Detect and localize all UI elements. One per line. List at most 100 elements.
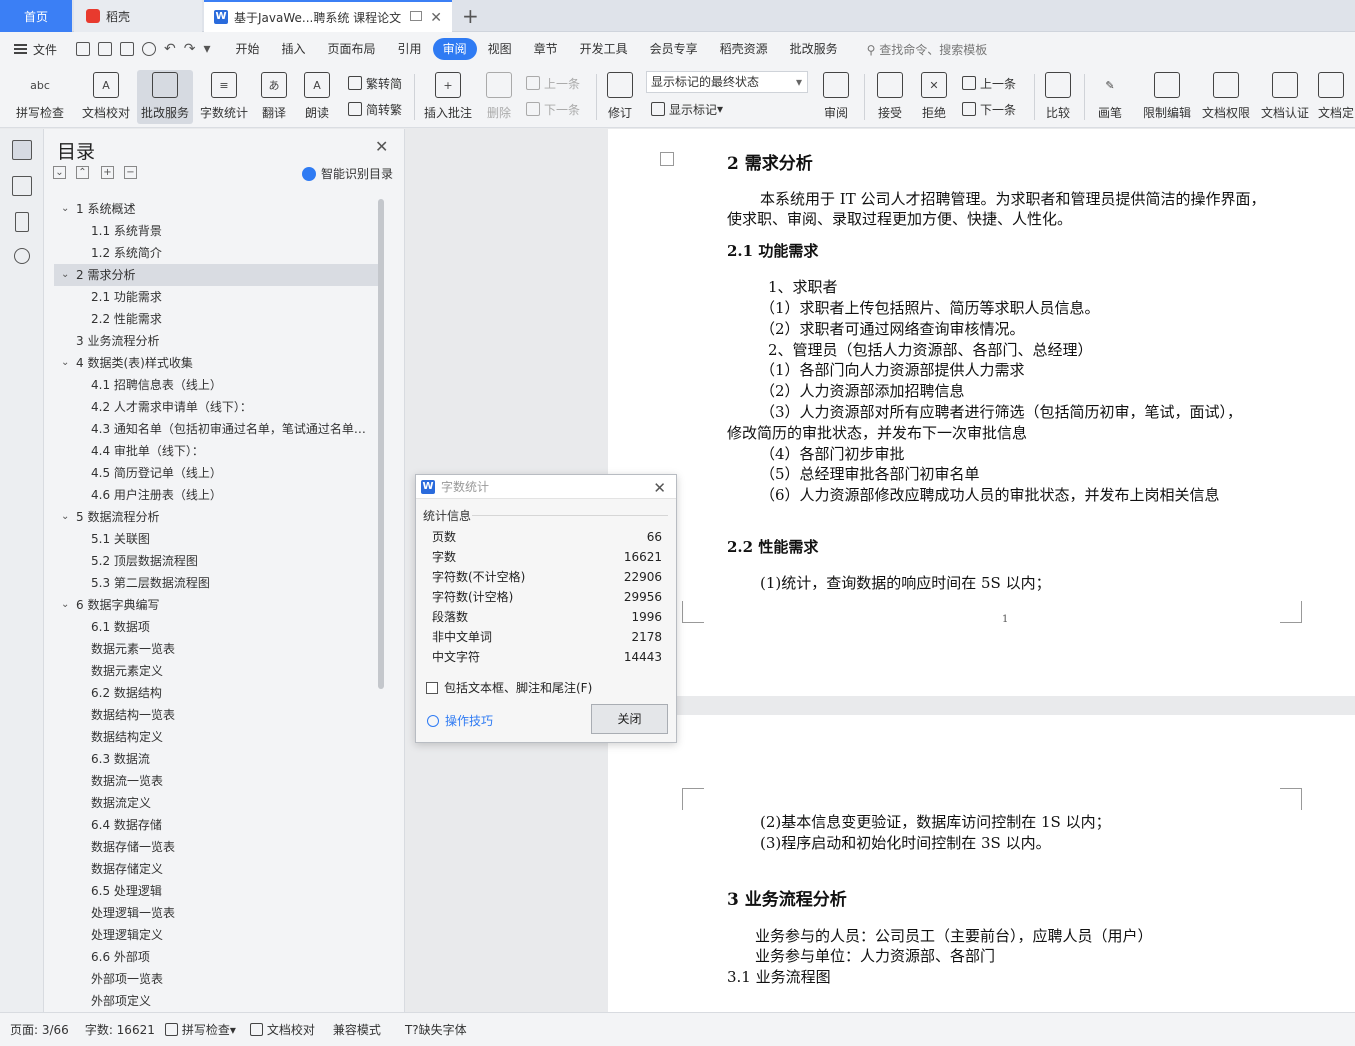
remove-level-icon[interactable]: − <box>124 166 137 179</box>
close-icon[interactable]: ✕ <box>375 137 388 156</box>
export-icon[interactable] <box>98 42 112 56</box>
toc-item[interactable]: 4.4 审批单（线下）： <box>54 440 379 462</box>
document-rights-button[interactable]: 文档权限 <box>1199 70 1253 124</box>
toc-item[interactable]: 4.3 通知名单（包括初审通过名单，笔试通过名单… <box>54 418 379 440</box>
read-aloud-button[interactable]: A 朗读 <box>300 70 334 124</box>
menu-review[interactable]: 审阅 <box>432 38 477 60</box>
chevron-down-icon[interactable]: ⌄ <box>61 264 69 286</box>
toc-item[interactable]: 外部项定义 <box>54 990 379 1008</box>
toc-item[interactable]: ⌄ 6 数据字典编写 <box>54 594 379 616</box>
status-word-count[interactable]: 字数: 16621 <box>85 1021 155 1038</box>
menu-reference[interactable]: 引用 <box>387 38 433 60</box>
toc-item[interactable]: 5.1 关联图 <box>54 528 379 550</box>
toc-item[interactable]: 数据结构定义 <box>54 726 379 748</box>
close-icon[interactable]: ✕ <box>430 10 442 26</box>
close-icon[interactable]: ✕ <box>653 479 666 497</box>
redo-icon[interactable]: ↷ <box>184 42 196 56</box>
toc-item[interactable]: 6.2 数据结构 <box>54 682 379 704</box>
toc-item[interactable]: 1.1 系统背景 <box>54 220 379 242</box>
tips-link[interactable]: 操作技巧 <box>427 712 493 729</box>
document-more-button[interactable]: 文档定 <box>1318 70 1355 124</box>
menu-layout[interactable]: 页面布局 <box>317 38 387 60</box>
menu-member[interactable]: 会员专享 <box>639 38 709 60</box>
menu-view[interactable]: 视图 <box>477 38 523 60</box>
toc-item[interactable]: 数据存储定义 <box>54 858 379 880</box>
spell-check-button[interactable]: abc 拼写检查 <box>10 70 70 124</box>
expand-all-icon[interactable]: ⌃ <box>76 166 89 179</box>
toc-item[interactable]: 6.6 外部项 <box>54 946 379 968</box>
toc-item[interactable]: 处理逻辑一览表 <box>54 902 379 924</box>
preview-icon[interactable] <box>142 42 156 56</box>
toc-scrollbar[interactable] <box>378 199 384 689</box>
word-count-button[interactable]: ≡ 字数统计 <box>196 70 252 124</box>
tab-document[interactable]: W 基于JavaWe...聘系统 课程论文 ✕ <box>204 0 452 32</box>
pen-button[interactable]: ✎ 画笔 <box>1092 70 1128 124</box>
translate-button[interactable]: あ翻译 <box>256 70 292 124</box>
toc-item[interactable]: 5.2 顶层数据流程图 <box>54 550 379 572</box>
new-tab-button[interactable]: + <box>462 4 479 28</box>
compare-button[interactable]: 比较 <box>1040 70 1076 124</box>
tab-daoke[interactable]: 稻壳 <box>74 0 202 32</box>
collapse-all-icon[interactable]: ⌄ <box>53 166 66 179</box>
toc-item[interactable]: 数据元素定义 <box>54 660 379 682</box>
next-comment-button[interactable]: 下一条 <box>526 98 580 120</box>
markup-state-select[interactable]: 显示标记的最终状态 <box>646 71 808 93</box>
track-changes-button[interactable]: 修订 <box>602 70 638 124</box>
tab-home[interactable]: 首页 <box>0 0 72 32</box>
search-icon[interactable] <box>14 248 30 264</box>
toc-item[interactable]: 6.1 数据项 <box>54 616 379 638</box>
chevron-down-icon[interactable]: ▾ <box>203 42 210 56</box>
correction-service-button[interactable]: 批改服务 <box>137 70 193 124</box>
include-textbox-checkbox[interactable]: 包括文本框、脚注和尾注(F) <box>426 679 592 696</box>
file-menu[interactable]: 文件 <box>0 41 70 58</box>
status-page[interactable]: 页面: 3/66 <box>10 1021 69 1038</box>
menu-devtools[interactable]: 开发工具 <box>569 38 639 60</box>
toc-item[interactable]: 数据存储一览表 <box>54 836 379 858</box>
screen-icon[interactable] <box>410 11 422 21</box>
toc-item[interactable]: ⌄ 4 数据类(表)样式收集 <box>54 352 379 374</box>
toc-item[interactable]: 4.1 招聘信息表（线上） <box>54 374 379 396</box>
delete-comment-button[interactable]: 删除 <box>480 70 518 124</box>
toc-item[interactable]: 4.2 人才需求申请单（线下）： <box>54 396 379 418</box>
insert-comment-button[interactable]: + 插入批注 <box>422 70 474 124</box>
paragraph-icon[interactable] <box>660 152 674 166</box>
status-missing-font[interactable]: T? 缺失字体 <box>405 1021 467 1038</box>
accept-button[interactable]: 接受 <box>872 70 908 124</box>
restrict-editing-button[interactable]: 限制编辑 <box>1140 70 1194 124</box>
toc-item[interactable]: 处理逻辑定义 <box>54 924 379 946</box>
toc-item[interactable]: 数据流一览表 <box>54 770 379 792</box>
show-markup-button[interactable]: 显示标记 ▾ <box>651 98 723 120</box>
reject-button[interactable]: ✕ 拒绝 <box>916 70 952 124</box>
command-search[interactable]: ⚲ 查找命令、搜索模板 <box>867 41 988 58</box>
close-button[interactable]: 关闭 <box>591 704 668 734</box>
toc-item[interactable]: 2.2 性能需求 <box>54 308 379 330</box>
toc-item[interactable]: 4.5 简历登记单（线上） <box>54 462 379 484</box>
document-certify-button[interactable]: 文档认证 <box>1258 70 1312 124</box>
proofread-button[interactable]: A 文档校对 <box>78 70 134 124</box>
print-icon[interactable] <box>120 42 134 56</box>
toc-item[interactable]: ⌄ 5 数据流程分析 <box>54 506 379 528</box>
simp-to-trad-button[interactable]: 简转繁 <box>348 98 402 120</box>
toc-item[interactable]: ⌄ 2 需求分析 <box>54 264 379 286</box>
review-pane-button[interactable]: 审阅 <box>818 70 854 124</box>
document-page[interactable]: 2 需求分析 本系统用于 IT 公司人才招聘管理。为求职者和管理员提供简洁的操作… <box>608 129 1355 696</box>
undo-icon[interactable]: ↶ <box>164 42 176 56</box>
toc-item[interactable]: 5.3 第二层数据流程图 <box>54 572 379 594</box>
status-spell-check[interactable]: 拼写检查 ▾ <box>164 1021 236 1038</box>
menu-insert[interactable]: 插入 <box>271 38 317 60</box>
trad-to-simp-button[interactable]: 繁转简 <box>348 72 402 94</box>
toc-item[interactable]: 6.4 数据存储 <box>54 814 379 836</box>
add-level-icon[interactable]: + <box>101 166 114 179</box>
document-page[interactable]: (2)基本信息变更验证，数据库访问控制在 1S 以内； (3)程序启动和初始化时… <box>608 715 1355 1012</box>
toc-item[interactable]: 数据结构一览表 <box>54 704 379 726</box>
status-compat-mode[interactable]: 兼容模式 <box>333 1021 381 1038</box>
outline-icon[interactable] <box>12 176 32 196</box>
toc-item[interactable]: 数据流定义 <box>54 792 379 814</box>
bookmark-icon[interactable] <box>15 212 29 232</box>
chevron-down-icon[interactable]: ⌄ <box>61 352 69 374</box>
next-change-button[interactable]: 下一条 <box>962 98 1016 120</box>
dialog-title-bar[interactable]: W 字数统计 <box>416 475 676 499</box>
toc-item[interactable]: 1.2 系统简介 <box>54 242 379 264</box>
toc-item[interactable]: 6.5 处理逻辑 <box>54 880 379 902</box>
menu-start[interactable]: 开始 <box>225 38 271 60</box>
